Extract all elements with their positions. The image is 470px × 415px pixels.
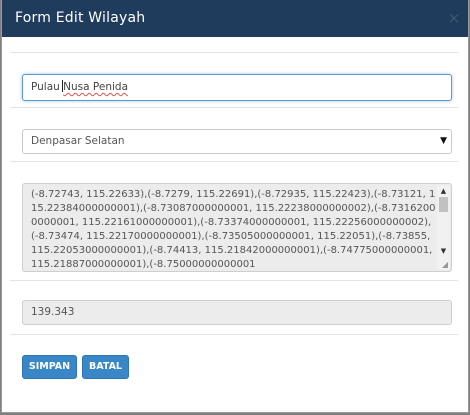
- district-select-value: Denpasar Selatan: [31, 135, 125, 147]
- section-divider: [10, 107, 458, 108]
- cancel-button[interactable]: BATAL: [82, 355, 129, 379]
- close-icon[interactable]: ×: [446, 9, 462, 27]
- district-select[interactable]: Denpasar Selatan ▼: [22, 129, 452, 154]
- region-name-prefix: Pulau: [31, 81, 64, 93]
- textarea-scrollbar[interactable]: ▲ ▼: [437, 185, 450, 270]
- header-divider: [10, 52, 458, 53]
- section-divider: [10, 161, 458, 162]
- chevron-down-icon: ▼: [440, 136, 447, 146]
- scroll-thumb[interactable]: [439, 197, 448, 212]
- modal-header: Form Edit Wilayah ×: [2, 0, 468, 37]
- edit-region-modal: Form Edit Wilayah × Pulau Nusa Penida De…: [1, 0, 469, 413]
- coordinates-textarea[interactable]: (-8.72743, 115.22633),(-8.7279, 115.2269…: [22, 183, 452, 272]
- resize-handle-icon[interactable]: ◢: [440, 260, 450, 270]
- area-value: 139.343: [31, 306, 75, 318]
- region-name-input[interactable]: Pulau Nusa Penida: [22, 74, 452, 101]
- scroll-up-icon[interactable]: ▲: [437, 185, 450, 197]
- section-divider: [10, 280, 458, 281]
- save-button[interactable]: SIMPAN: [22, 355, 77, 379]
- region-name-suffix: Nusa Penida: [63, 81, 128, 93]
- coordinates-text: (-8.72743, 115.22633),(-8.7279, 115.2269…: [31, 189, 436, 270]
- area-input[interactable]: 139.343: [22, 300, 452, 325]
- scroll-down-icon[interactable]: ▼: [437, 245, 450, 257]
- modal-title: Form Edit Wilayah: [15, 10, 146, 26]
- footer-divider: [10, 334, 458, 335]
